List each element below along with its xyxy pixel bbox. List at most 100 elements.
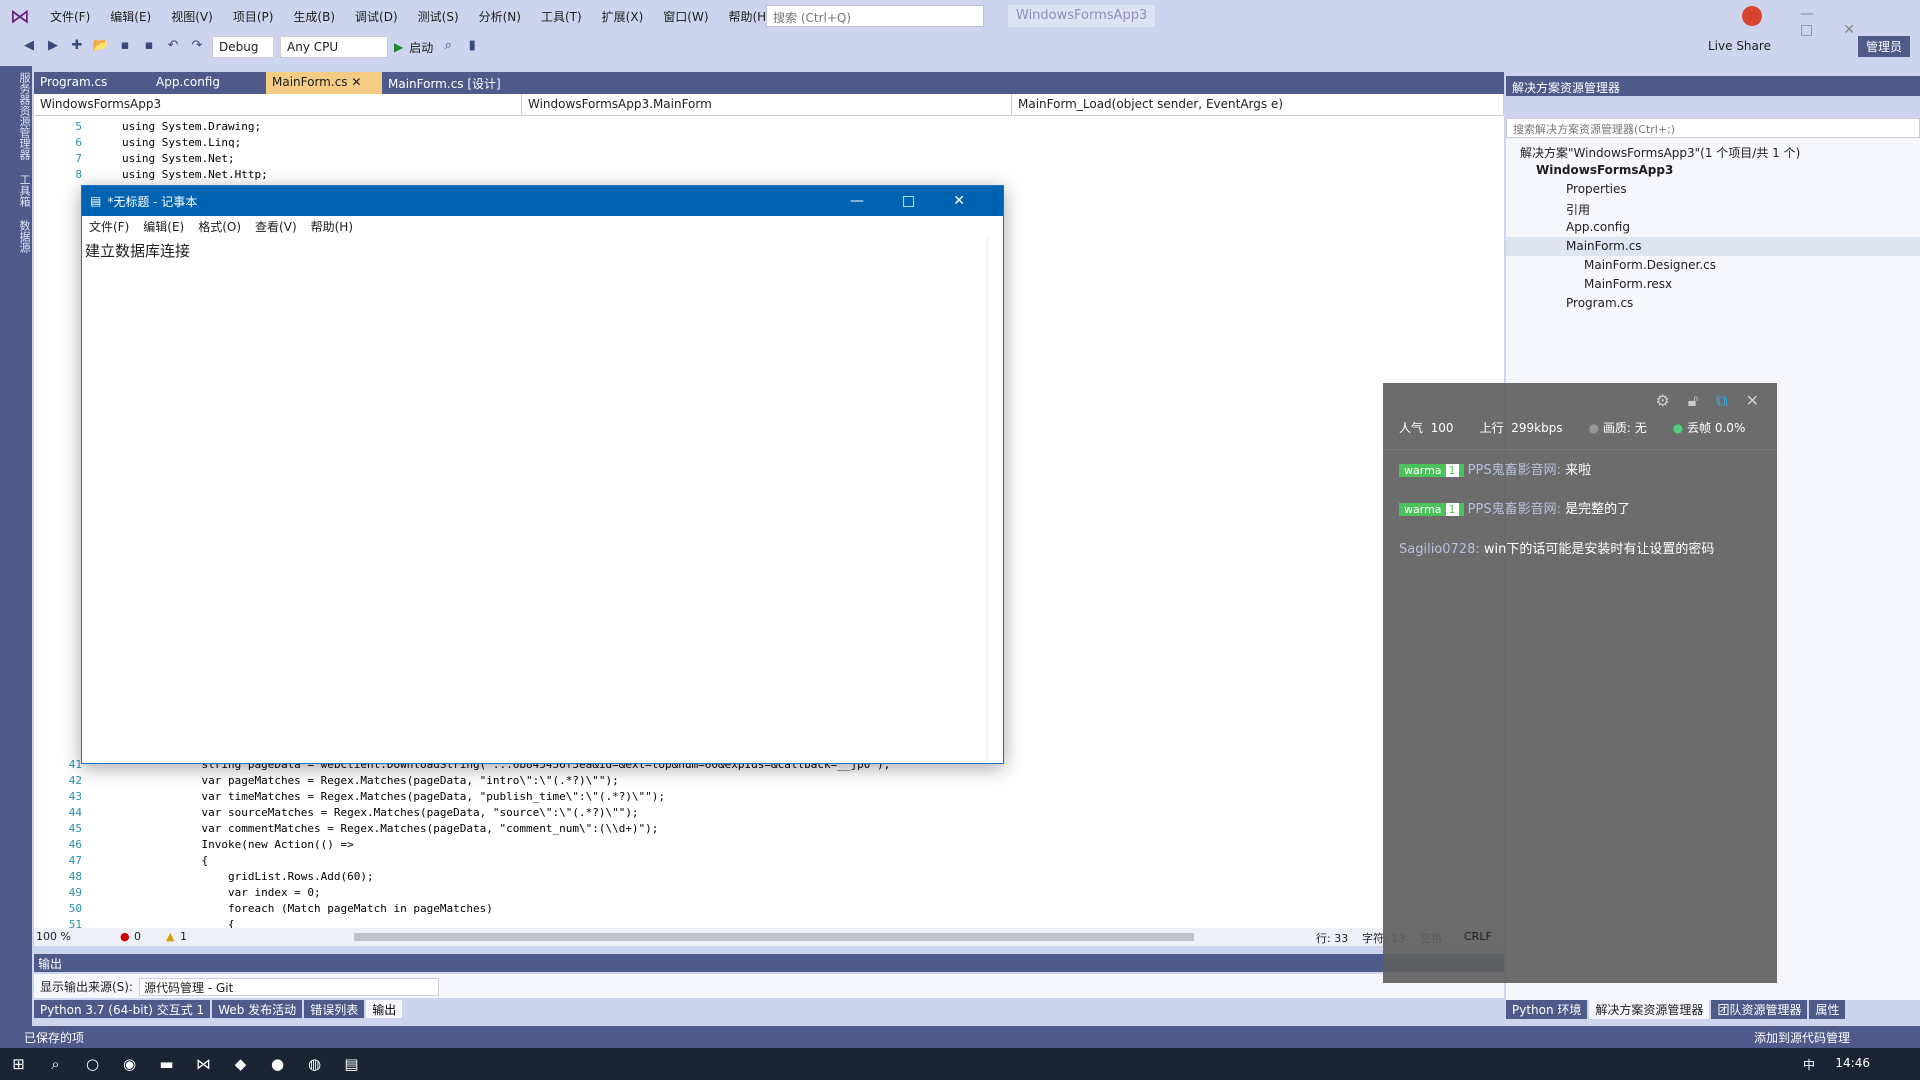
ime-indicator[interactable]: 中 bbox=[1803, 1056, 1815, 1073]
menu-build[interactable]: 生成(B) bbox=[283, 8, 345, 25]
menu-tools[interactable]: 工具(T) bbox=[531, 8, 592, 25]
tree-project[interactable]: WindowsFormsApp3 bbox=[1506, 161, 1920, 180]
app-icon[interactable]: ◆ bbox=[222, 1055, 259, 1073]
menu-view[interactable]: 视图(V) bbox=[161, 8, 223, 25]
error-count[interactable]: 0 bbox=[134, 930, 141, 943]
menu-window[interactable]: 窗口(W) bbox=[653, 8, 718, 25]
back-icon[interactable]: ◀ bbox=[20, 38, 38, 56]
config-select[interactable]: Debug bbox=[212, 36, 274, 58]
start-button[interactable]: 启动 bbox=[409, 39, 433, 56]
explorer-icon[interactable]: ▬ bbox=[148, 1055, 185, 1073]
search-icon[interactable]: ⌕ bbox=[37, 1055, 74, 1073]
notepad-titlebar[interactable]: ▤ *无标题 - 记事本 —□✕ bbox=[82, 186, 1003, 216]
notepad-task-icon[interactable]: ▤ bbox=[333, 1055, 370, 1073]
chrome-icon[interactable]: ◉ bbox=[111, 1055, 148, 1073]
app-title: WindowsFormsApp3 bbox=[1008, 5, 1156, 27]
new-project-icon[interactable]: ✚ bbox=[68, 38, 86, 56]
tab-app-config[interactable]: App.config bbox=[150, 72, 266, 94]
menu-test[interactable]: 测试(S) bbox=[408, 8, 469, 25]
project-dropdown[interactable]: WindowsFormsApp3 bbox=[34, 94, 522, 115]
tab-output[interactable]: 输出 bbox=[366, 1000, 403, 1018]
add-to-source-control[interactable]: 添加到源代码管理 bbox=[1754, 1029, 1850, 1046]
popout-icon[interactable]: ⧉ bbox=[1716, 391, 1727, 411]
find-icon[interactable]: ⌕ bbox=[439, 38, 457, 56]
open-icon[interactable]: 📂 bbox=[92, 38, 110, 56]
visual-studio-icon[interactable]: ⋈ bbox=[185, 1055, 222, 1073]
menu-file[interactable]: 文件(F) bbox=[40, 8, 100, 25]
line-number: 42 bbox=[68, 774, 82, 787]
notepad-scrollbar[interactable] bbox=[987, 236, 1003, 763]
line-number: 6 bbox=[75, 136, 82, 149]
search-input[interactable]: 搜索 (Ctrl+Q) bbox=[766, 5, 984, 27]
platform-select[interactable]: Any CPU bbox=[280, 36, 388, 58]
tree-mainform-resx[interactable]: MainForm.resx bbox=[1506, 275, 1920, 294]
tree-properties[interactable]: Properties bbox=[1506, 180, 1920, 199]
tab-python-interactive[interactable]: Python 3.7 (64-bit) 交互式 1 bbox=[34, 1000, 211, 1018]
close-icon[interactable]: ✕ bbox=[1746, 391, 1759, 411]
tree-mainform[interactable]: MainForm.cs bbox=[1506, 237, 1920, 256]
tab-solution-explorer[interactable]: 解决方案资源管理器 bbox=[1589, 1000, 1710, 1019]
tab-properties[interactable]: 属性 bbox=[1809, 1000, 1846, 1019]
np-menu-view[interactable]: 查看(V) bbox=[248, 218, 304, 235]
horizontal-scrollbar[interactable] bbox=[354, 933, 1194, 941]
app-icon[interactable]: ● bbox=[259, 1055, 296, 1073]
tab-mainform-designer[interactable]: MainForm.cs [设计] bbox=[382, 72, 532, 94]
unlock-icon[interactable]: 🔓︎ bbox=[1688, 391, 1698, 411]
menu-edit[interactable]: 编辑(E) bbox=[100, 8, 161, 25]
tab-web-publish[interactable]: Web 发布活动 bbox=[212, 1000, 303, 1018]
quality-status: ● 画质: 无 bbox=[1589, 419, 1647, 436]
save-all-icon[interactable]: ▪ bbox=[140, 38, 158, 56]
tree-app-config[interactable]: App.config bbox=[1506, 218, 1920, 237]
tab-program-cs[interactable]: Program.cs bbox=[34, 72, 150, 94]
menu-analyze[interactable]: 分析(N) bbox=[469, 8, 531, 25]
np-menu-edit[interactable]: 编辑(E) bbox=[136, 218, 191, 235]
np-menu-format[interactable]: 格式(O) bbox=[191, 218, 248, 235]
tab-python-env[interactable]: Python 环境 bbox=[1506, 1000, 1588, 1019]
menu-debug[interactable]: 调试(D) bbox=[345, 8, 408, 25]
output-source-select[interactable]: 源代码管理 - Git bbox=[139, 978, 440, 996]
code-line: var pageMatches = Regex.Matches(pageData… bbox=[122, 774, 619, 787]
np-menu-help[interactable]: 帮助(H) bbox=[304, 218, 360, 235]
redo-icon[interactable]: ↷ bbox=[188, 38, 206, 56]
bottom-tabs: Python 3.7 (64-bit) 交互式 1 Web 发布活动 错误列表 … bbox=[34, 1000, 404, 1018]
menu-project[interactable]: 项目(P) bbox=[223, 8, 284, 25]
tab-team-explorer[interactable]: 团队资源管理器 bbox=[1711, 1000, 1808, 1019]
output-title: 输出 bbox=[34, 954, 1504, 972]
bookmark-icon[interactable]: ▮ bbox=[463, 38, 481, 56]
danmaku-overlay: ⚙ 🔓︎ ⧉ ✕ 人气 100 上行 299kbps ● 画质: 无 ● 丢帧 … bbox=[1383, 383, 1777, 983]
close-icon[interactable]: ✕ bbox=[351, 75, 361, 89]
app-icon[interactable]: ◍ bbox=[296, 1055, 333, 1073]
solution-search-input[interactable]: 搜索解决方案资源管理器(Ctrl+;) bbox=[1506, 118, 1920, 138]
member-dropdown[interactable]: MainForm_Load(object sender, EventArgs e… bbox=[1012, 94, 1504, 115]
code-line: using System.Drawing; bbox=[122, 120, 262, 133]
avatar[interactable] bbox=[1742, 6, 1762, 26]
menu-extensions[interactable]: 扩展(X) bbox=[592, 8, 654, 25]
tab-mainform-cs[interactable]: MainForm.cs ✕ bbox=[266, 72, 382, 94]
tree-solution[interactable]: 解决方案"WindowsFormsApp3"(1 个项目/共 1 个) bbox=[1506, 142, 1920, 161]
tab-error-list[interactable]: 错误列表 bbox=[304, 1000, 365, 1018]
clock[interactable]: 14:46 bbox=[1835, 1056, 1870, 1070]
start-icon[interactable]: ▶ bbox=[394, 40, 403, 54]
notepad-window-controls[interactable]: —□✕ bbox=[850, 193, 1003, 209]
server-explorer-tab[interactable]: 服务器资源管理器 bbox=[18, 72, 31, 160]
tree-program[interactable]: Program.cs bbox=[1506, 294, 1920, 313]
class-dropdown[interactable]: WindowsFormsApp3.MainForm bbox=[522, 94, 1012, 115]
toolbox-tab[interactable]: 工具箱 bbox=[18, 174, 31, 207]
save-icon[interactable]: ▪ bbox=[116, 38, 134, 56]
zoom-level[interactable]: 100 % bbox=[36, 930, 71, 943]
editor-status: 100 % ● 0 ▲ 1 行: 33 字符: 13 空格 CRLF bbox=[34, 928, 1504, 946]
np-menu-file[interactable]: 文件(F) bbox=[82, 218, 136, 235]
windows-start-icon[interactable]: ⊞ bbox=[0, 1055, 37, 1073]
forward-icon[interactable]: ▶ bbox=[44, 38, 62, 56]
notepad-text-area[interactable]: 建立数据库连接 bbox=[82, 236, 1003, 265]
undo-icon[interactable]: ↶ bbox=[164, 38, 182, 56]
warning-count[interactable]: 1 bbox=[180, 930, 187, 943]
tree-mainform-designer[interactable]: MainForm.Designer.cs bbox=[1506, 256, 1920, 275]
badge-name: warma bbox=[1404, 503, 1442, 516]
tree-references[interactable]: 引用 bbox=[1506, 199, 1920, 218]
code-line: var timeMatches = Regex.Matches(pageData… bbox=[122, 790, 666, 803]
danmaku-message: warma 1 PPS鬼畜影音网: 是完整的了 bbox=[1399, 498, 1630, 517]
task-view-icon[interactable]: ○ bbox=[74, 1055, 111, 1073]
datasource-tab[interactable]: 数据源 bbox=[18, 220, 31, 253]
settings-icon[interactable]: ⚙ bbox=[1655, 391, 1669, 411]
